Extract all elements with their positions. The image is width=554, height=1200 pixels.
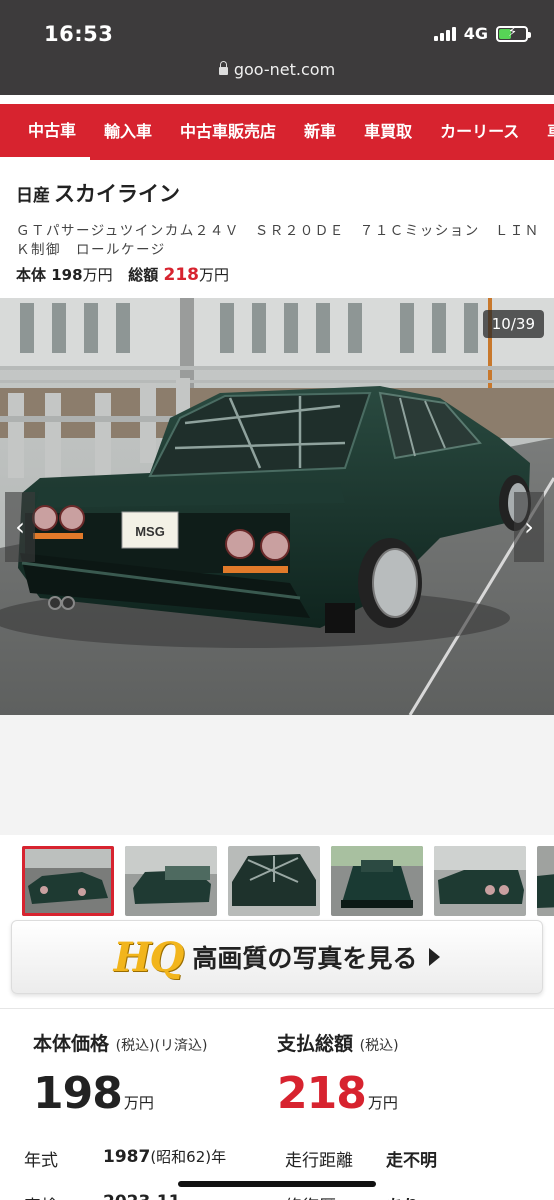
year-suffix: 年 xyxy=(211,1148,227,1166)
chevron-left-icon: ‹ xyxy=(15,513,25,541)
network-type: 4G xyxy=(463,24,488,43)
total-price-value: 218 xyxy=(163,265,200,285)
year-number: 1987 xyxy=(103,1147,151,1167)
model-name: スカイライン xyxy=(54,182,180,206)
thumbnail[interactable] xyxy=(434,846,526,916)
signal-icon xyxy=(433,26,456,41)
spec-mileage-value: 走不明 xyxy=(386,1151,437,1171)
photo-counter: 10/39 xyxy=(482,310,544,338)
main-nav: 中古車 輸入車 中古車販売店 新車 車買取 カーリース 車 xyxy=(0,104,554,160)
thumbnail[interactable] xyxy=(228,846,320,916)
spec-repair-value: あり xyxy=(386,1192,420,1200)
hq-photos-button[interactable]: HQ 高画質の写真を見る xyxy=(11,920,543,994)
photo-background-area xyxy=(0,715,554,835)
body-price-note: (税込)(リ済込) xyxy=(115,1038,208,1054)
body-price-unit: 万円 xyxy=(82,266,113,284)
total-price-unit: 万円 xyxy=(199,266,230,284)
nav-item-new-cars[interactable]: 新車 xyxy=(290,104,350,160)
total-price-heading: 支払総額 xyxy=(277,1033,354,1055)
battery-icon: ⚡ xyxy=(496,25,531,42)
nav-item-buyback[interactable]: 車買取 xyxy=(350,104,426,160)
summary-prices: 本体 198万円 総額 218万円 xyxy=(16,264,544,285)
nav-item-car-lease[interactable]: カーリース xyxy=(426,104,533,160)
listing-header: 日産 スカイライン ＧＴパサージュツインカム２４Ｖ ＳＲ２０ＤＥ ７１Ｃミッション… xyxy=(16,178,544,285)
triangle-right-icon xyxy=(429,948,441,966)
spec-year-label: 年式 xyxy=(24,1151,58,1171)
total-price-number: 218 xyxy=(277,1068,367,1119)
thumbnail-strip xyxy=(22,846,554,918)
year-era: (昭和62) xyxy=(150,1148,212,1166)
listing-title: 日産 スカイライン xyxy=(16,178,544,208)
hq-button-label: 高画質の写真を見る xyxy=(192,944,418,973)
body-price-block: 本体価格 (税込)(リ済込) 198 万円 xyxy=(33,1029,208,1119)
total-price-unit-label: 万円 xyxy=(367,1094,398,1112)
thumbnail[interactable] xyxy=(331,846,423,916)
url-bar[interactable]: goo-net.com xyxy=(0,60,554,79)
grade-description: ＧＴパサージュツインカム２４Ｖ ＳＲ２０ＤＥ ７１Ｃミッション ＬＩＮＫ制御 ロ… xyxy=(16,223,540,258)
spec-inspection-label: 車検 xyxy=(24,1192,58,1200)
prev-photo-button[interactable]: ‹ xyxy=(5,492,35,562)
plate-text: MSG xyxy=(135,524,165,539)
nav-item-dealers[interactable]: 中古車販売店 xyxy=(166,104,290,160)
body-price-number: 198 xyxy=(33,1068,123,1119)
status-indicators: 4G ⚡ xyxy=(433,24,531,43)
spec-inspection-value: 2023.11 xyxy=(103,1192,180,1200)
maker-name: 日産 xyxy=(16,186,50,206)
nav-item-more[interactable]: 車 xyxy=(533,104,554,160)
price-detail-section: 本体価格 (税込)(リ済込) 198 万円 支払総額 (税込) 218 万円 xyxy=(0,1008,554,1200)
nav-item-used-cars[interactable]: 中古車 xyxy=(0,104,91,160)
nav-item-imported[interactable]: 輸入車 xyxy=(90,104,166,160)
body-price-heading: 本体価格 xyxy=(33,1033,110,1055)
thumbnail[interactable] xyxy=(537,846,554,916)
chevron-right-icon: › xyxy=(524,513,534,541)
main-photo[interactable]: MSG 10/39 ‹ › xyxy=(0,298,554,715)
thumbnail[interactable] xyxy=(22,846,114,916)
next-photo-button[interactable]: › xyxy=(514,492,544,562)
url-text: goo-net.com xyxy=(233,60,336,79)
car-photo-image: MSG xyxy=(0,298,554,715)
spec-year-value: 1987(昭和62)年 xyxy=(103,1146,226,1167)
body-price-label: 本体 xyxy=(16,266,47,284)
body-price-value: 198 xyxy=(51,266,83,284)
body-price-unit-label: 万円 xyxy=(123,1094,154,1112)
status-time: 16:53 xyxy=(44,22,114,46)
spec-repair-label: 修復歴 xyxy=(285,1192,336,1200)
thumbnail[interactable] xyxy=(125,846,217,916)
total-price-block: 支払総額 (税込) 218 万円 xyxy=(277,1029,399,1119)
status-bar: 16:53 4G ⚡ goo-net.com xyxy=(0,0,554,95)
lock-icon xyxy=(218,61,228,75)
hq-logo: HQ xyxy=(113,933,185,981)
total-price-label: 総額 xyxy=(128,266,159,284)
home-indicator[interactable] xyxy=(178,1181,376,1187)
total-price-note: (税込) xyxy=(359,1038,399,1054)
spec-mileage-label: 走行距離 xyxy=(285,1151,353,1171)
